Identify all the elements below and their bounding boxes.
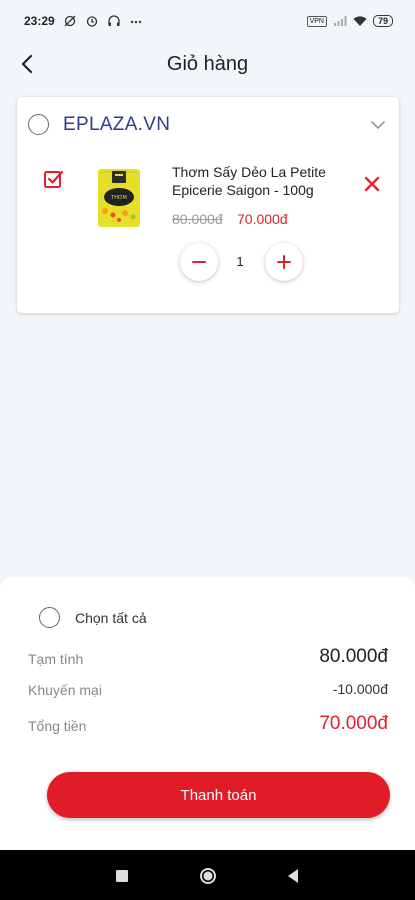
system-nav-bar bbox=[0, 850, 415, 900]
minus-icon bbox=[192, 261, 206, 263]
checkout-button[interactable]: Thanh toán bbox=[47, 772, 390, 818]
no-data-sync-icon bbox=[64, 15, 76, 27]
headset-icon bbox=[108, 15, 120, 26]
system-back-icon[interactable] bbox=[283, 866, 303, 886]
vpn-icon: VPN bbox=[306, 15, 327, 27]
battery-icon: 79 bbox=[372, 15, 393, 27]
home-icon[interactable] bbox=[198, 866, 218, 886]
quantity-value: 1 bbox=[236, 254, 244, 269]
subtotal-value: 80.000đ bbox=[319, 646, 388, 667]
order-summary-panel: Chọn tất cả Tạm tính 80.000đ Khuyến mại … bbox=[0, 577, 415, 850]
plus-icon bbox=[277, 255, 291, 269]
decrease-quantity-button[interactable] bbox=[180, 243, 218, 281]
product-image[interactable]: THƠM bbox=[93, 165, 145, 229]
recent-apps-icon[interactable] bbox=[112, 866, 132, 886]
more-dots-icon bbox=[130, 20, 141, 24]
promotion-label: Khuyến mại bbox=[28, 682, 102, 698]
alarm-icon bbox=[86, 16, 97, 27]
shop-expand-button[interactable] bbox=[367, 115, 389, 135]
select-all-radio[interactable] bbox=[39, 607, 60, 628]
shop-name: EPLAZA.VN bbox=[63, 114, 171, 135]
promotion-value: -10.000đ bbox=[332, 681, 388, 697]
product-name[interactable]: Thơm Sấy Dẻo La Petite Epicerie Saigon -… bbox=[172, 163, 342, 199]
page-title: Giỏ hàng bbox=[166, 52, 249, 75]
increase-quantity-button[interactable] bbox=[265, 243, 303, 281]
svg-text:THƠM: THƠM bbox=[110, 195, 127, 201]
total-value: 70.000đ bbox=[319, 713, 388, 734]
wifi-icon bbox=[353, 16, 367, 26]
close-icon bbox=[364, 176, 380, 192]
status-right: VPN 79 bbox=[306, 15, 393, 27]
select-all-label[interactable]: Chọn tất cả bbox=[75, 610, 147, 626]
status-time: 23:29 bbox=[24, 14, 55, 28]
item-checkbox[interactable] bbox=[43, 169, 65, 191]
shop-select-radio[interactable] bbox=[28, 114, 49, 135]
old-price: 80.000đ bbox=[172, 211, 223, 227]
chevron-down-icon bbox=[371, 121, 385, 129]
sale-price: 70.000đ bbox=[237, 211, 288, 227]
app-header: Giỏ hàng bbox=[0, 42, 415, 86]
status-left: 23:29 bbox=[24, 14, 143, 28]
signal-icon bbox=[333, 16, 347, 26]
total-label: Tổng tiền bbox=[28, 718, 87, 734]
shop-cart-card: EPLAZA.VN THƠM Thơm Sấy Dẻo La Petite Ep… bbox=[17, 97, 399, 313]
chevron-left-icon bbox=[21, 54, 33, 74]
checkbox-checked-icon bbox=[44, 170, 64, 188]
subtotal-label: Tạm tính bbox=[28, 651, 84, 667]
remove-item-button[interactable] bbox=[363, 175, 381, 193]
status-bar: 23:29 VPN 79 bbox=[0, 0, 415, 42]
back-button[interactable] bbox=[12, 48, 42, 80]
